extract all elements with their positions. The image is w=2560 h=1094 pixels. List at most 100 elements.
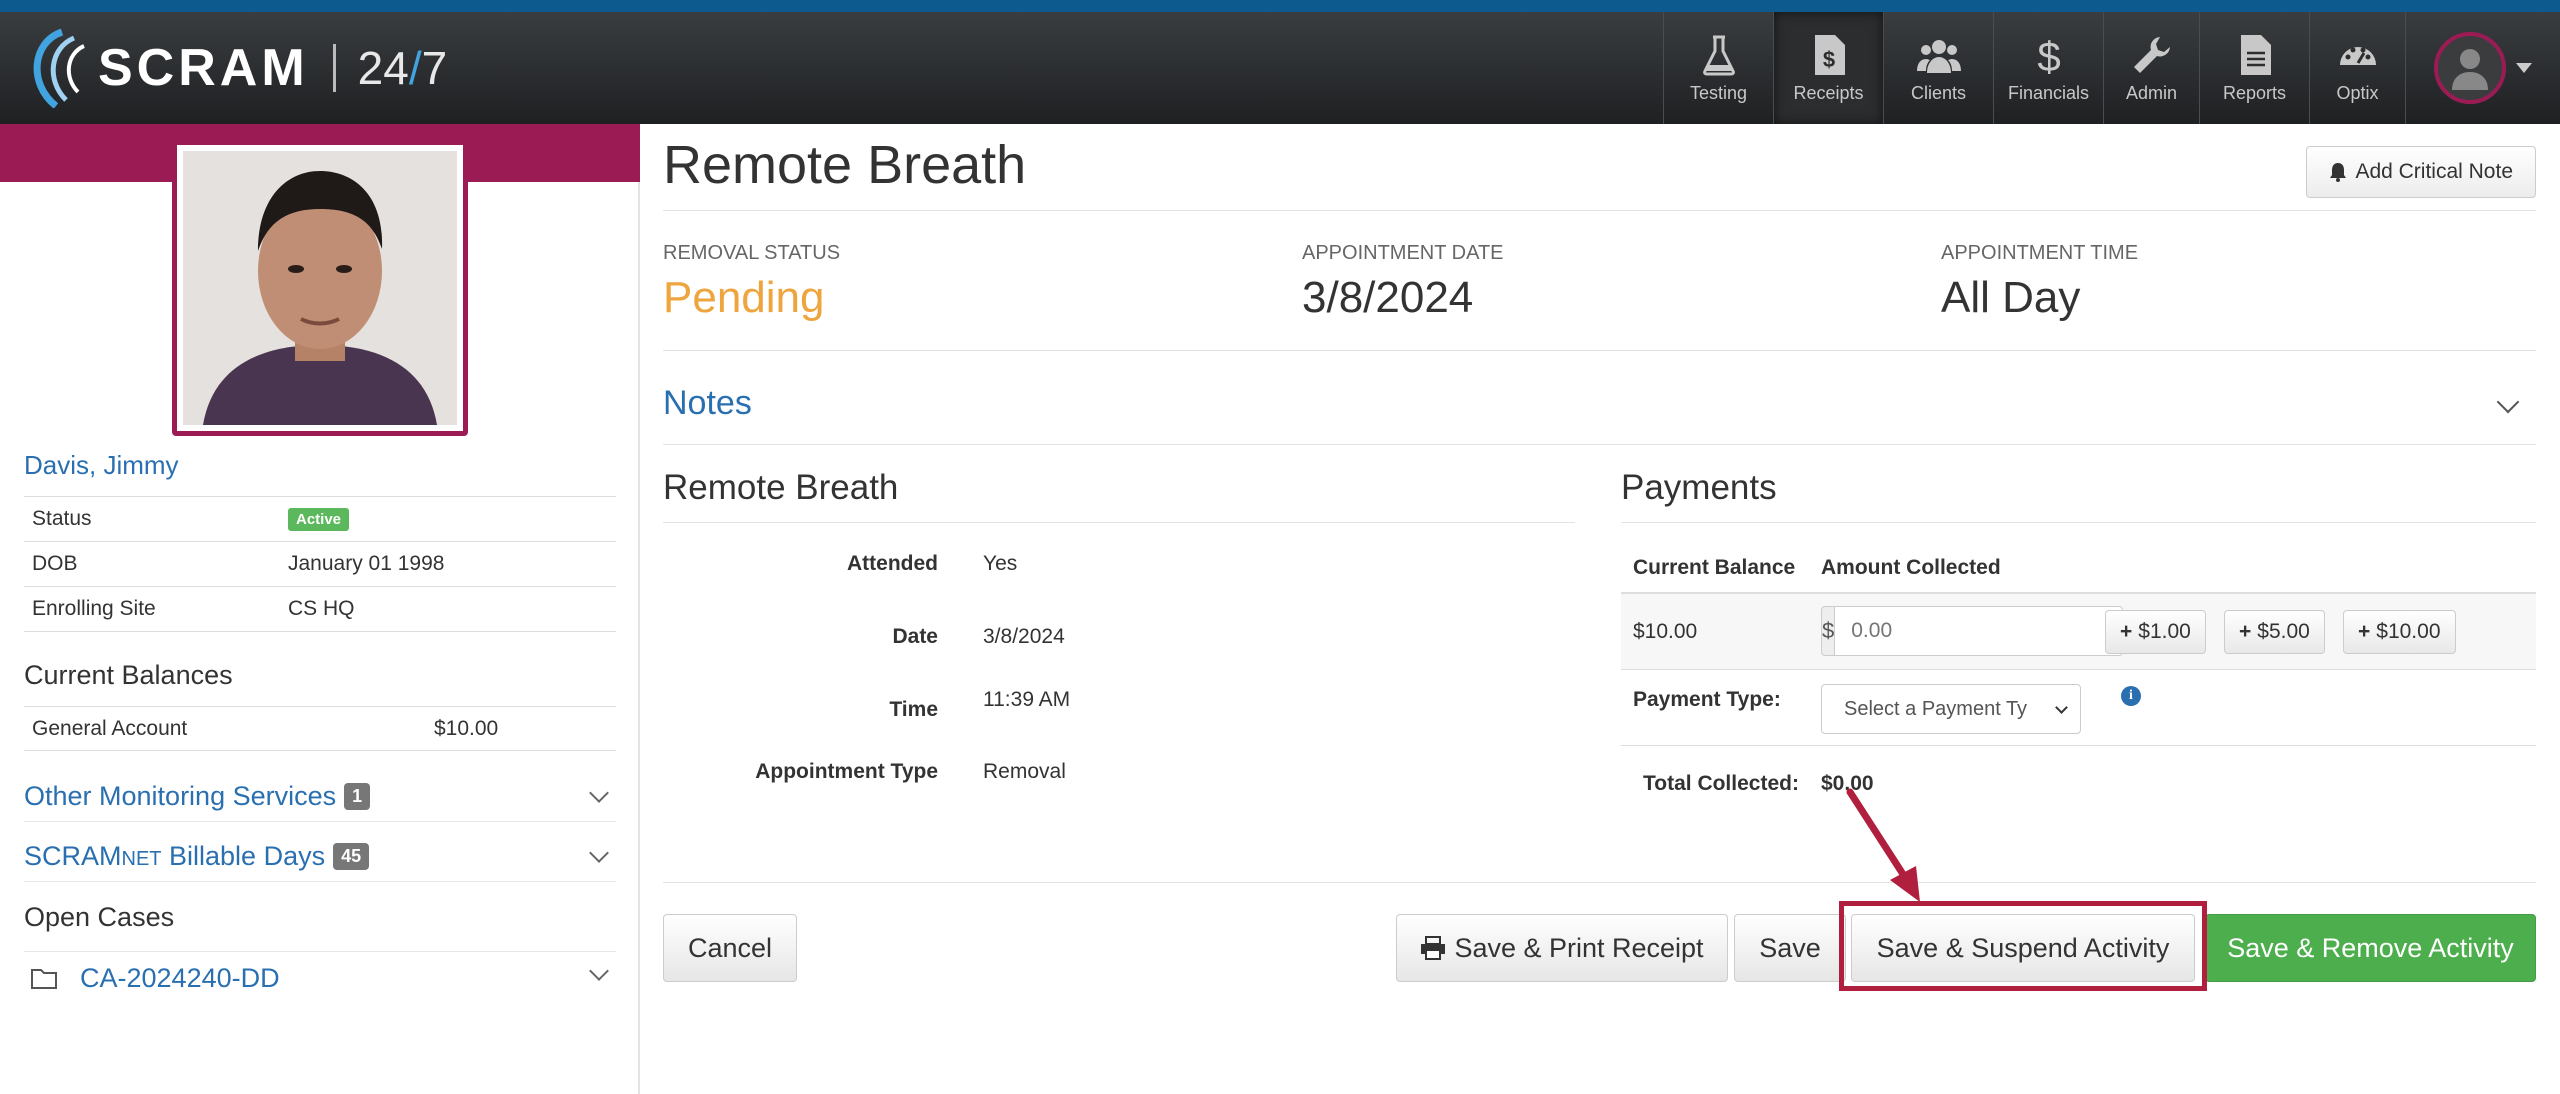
other-services-label: Other Monitoring Services [24,781,337,811]
detail-value: 11:39 AM [983,688,1071,711]
add-critical-note-label: Add Critical Note [2355,160,2513,183]
nav-reports[interactable]: Reports [2199,12,2309,124]
info-value: January 01 1998 [288,552,445,575]
total-row: Total Collected: $0.00 [1621,746,2536,822]
nav-optix[interactable]: Optix [2309,12,2405,124]
save-button[interactable]: Save [1734,914,1846,982]
save-print-receipt-button[interactable]: Save & Print Receipt [1396,914,1728,982]
user-menu[interactable] [2405,12,2560,124]
flask-icon [1702,35,1735,75]
nav-reports-label: Reports [2222,82,2287,103]
plus-icon: + [2120,620,2133,643]
chevron-down-icon [589,783,609,803]
appointment-date: APPOINTMENT DATE 3/8/2024 [1302,242,1504,323]
quick-amount-label: $1.00 [2138,620,2191,643]
stat-label: APPOINTMENT TIME [1941,242,2139,264]
nav-financials-label: Financials [2007,82,2090,103]
current-balances-heading: Current Balances [24,660,233,690]
removal-status: REMOVAL STATUS Pending [663,242,840,323]
printer-icon [1421,936,1446,960]
detail-value: 3/8/2024 [983,625,1065,648]
detail-value: Yes [983,552,1018,575]
client-photo [172,140,468,436]
notes-toggle[interactable]: Notes [663,384,752,423]
quick-amount-label: $10.00 [2376,620,2441,643]
payments-header: Current Balance Amount Collected [1621,544,2536,594]
stat-value: Pending [663,273,825,322]
brand-logo[interactable]: SCRAM 24/7 [22,26,447,110]
nav-clients-label: Clients [1910,82,1967,103]
chevron-down-icon [589,843,609,863]
save-print-label: Save & Print Receipt [1454,932,1704,963]
stat-value: 3/8/2024 [1302,273,1474,322]
payment-type-label: Payment Type: [1633,688,1781,711]
case-item[interactable]: CA-2024240-DD [24,950,616,1006]
chevron-down-icon [2055,701,2068,714]
client-photo-image [183,151,457,425]
appointment-time: APPOINTMENT TIME All Day [1941,242,2138,323]
add-critical-note-button[interactable]: Add Critical Note [2306,146,2536,198]
nav-testing[interactable]: Testing [1663,12,1773,124]
chevron-down-icon[interactable] [2496,390,2520,414]
document-icon [2240,34,2271,75]
amount-collected-input[interactable] [1835,606,2124,656]
wrench-icon [2133,36,2170,73]
details-heading: Remote Breath [663,468,899,507]
scram-logo-icon [22,28,92,109]
divider [663,882,2536,883]
nav-optix-label: Optix [2336,82,2379,103]
col-amount-collected: Amount Collected [1821,556,2001,579]
currency-addon: $ [1821,606,1836,656]
nav-admin-label: Admin [2125,82,2178,103]
client-sidebar: Davis, Jimmy Status Active DOB January 0… [0,124,640,1094]
billable-days-toggle[interactable]: SCRAMNET Billable Days 45 [24,832,616,882]
payment-type-selected: Select a Payment Ty [1844,697,2028,720]
cancel-button[interactable]: Cancel [663,914,797,982]
add-10-button[interactable]: + $10.00 [2343,610,2456,654]
total-collected-label: Total Collected: [1643,772,1799,795]
caret-down-icon [2516,63,2532,73]
balance-label: General Account [32,716,188,740]
balance-value: $10.00 [434,716,499,740]
detail-label: Time [889,698,938,721]
detail-value: Removal [983,760,1066,783]
amount-input-group: $ [1821,606,2124,656]
annotation-highlight-box [1839,901,2207,991]
billable-days-count-badge: 45 [333,843,370,870]
client-info-table: Status Active DOB January 01 1998 Enroll… [24,496,616,632]
info-row-dob: DOB January 01 1998 [24,542,616,587]
brand-name: SCRAM [98,39,309,97]
user-silhouette-icon [2452,49,2488,90]
folder-icon [31,969,57,989]
nav-clients[interactable]: Clients [1883,12,1993,124]
info-label: DOB [32,552,78,575]
detail-label: Appointment Type [755,760,938,783]
balance-row: General Account $10.00 [24,706,616,751]
nav-financials[interactable]: $ Financials [1993,12,2103,124]
info-icon[interactable]: i [2121,686,2141,706]
info-row-status: Status Active [24,497,616,542]
save-remove-activity-button[interactable]: Save & Remove Activity [2205,914,2536,982]
add-1-button[interactable]: + $1.00 [2105,610,2206,654]
payment-row: $10.00 $ +$1.00 +$5.00 +$10.00 [1621,594,2536,670]
case-link[interactable]: CA-2024240-DD [80,963,280,994]
nav-admin[interactable]: Admin [2103,12,2199,124]
payment-type-select[interactable]: Select a Payment Ty [1821,684,2081,734]
divider [663,210,2536,211]
client-name-link[interactable]: Davis, Jimmy [24,450,179,481]
chevron-down-icon [589,961,609,981]
page-title: Remote Breath [663,135,1027,195]
detail-time: Time 11:39 AM [663,688,1563,721]
plus-icon: + [2358,620,2371,643]
add-5-button[interactable]: + $5.00 [2224,610,2325,654]
info-label: Enrolling Site [32,597,156,620]
brand-suffix: 24/7 [357,42,448,94]
current-balance-value: $10.00 [1633,620,1698,643]
receipt-icon: $ [1814,34,1845,75]
info-value: CS HQ [288,597,355,620]
info-row-enrolling-site: Enrolling Site CS HQ [24,587,616,632]
nav-receipts[interactable]: $ Receipts [1773,12,1883,124]
other-monitoring-services-toggle[interactable]: Other Monitoring Services 1 [24,772,616,822]
plus-icon: + [2239,620,2252,643]
brand-separator [332,44,336,92]
